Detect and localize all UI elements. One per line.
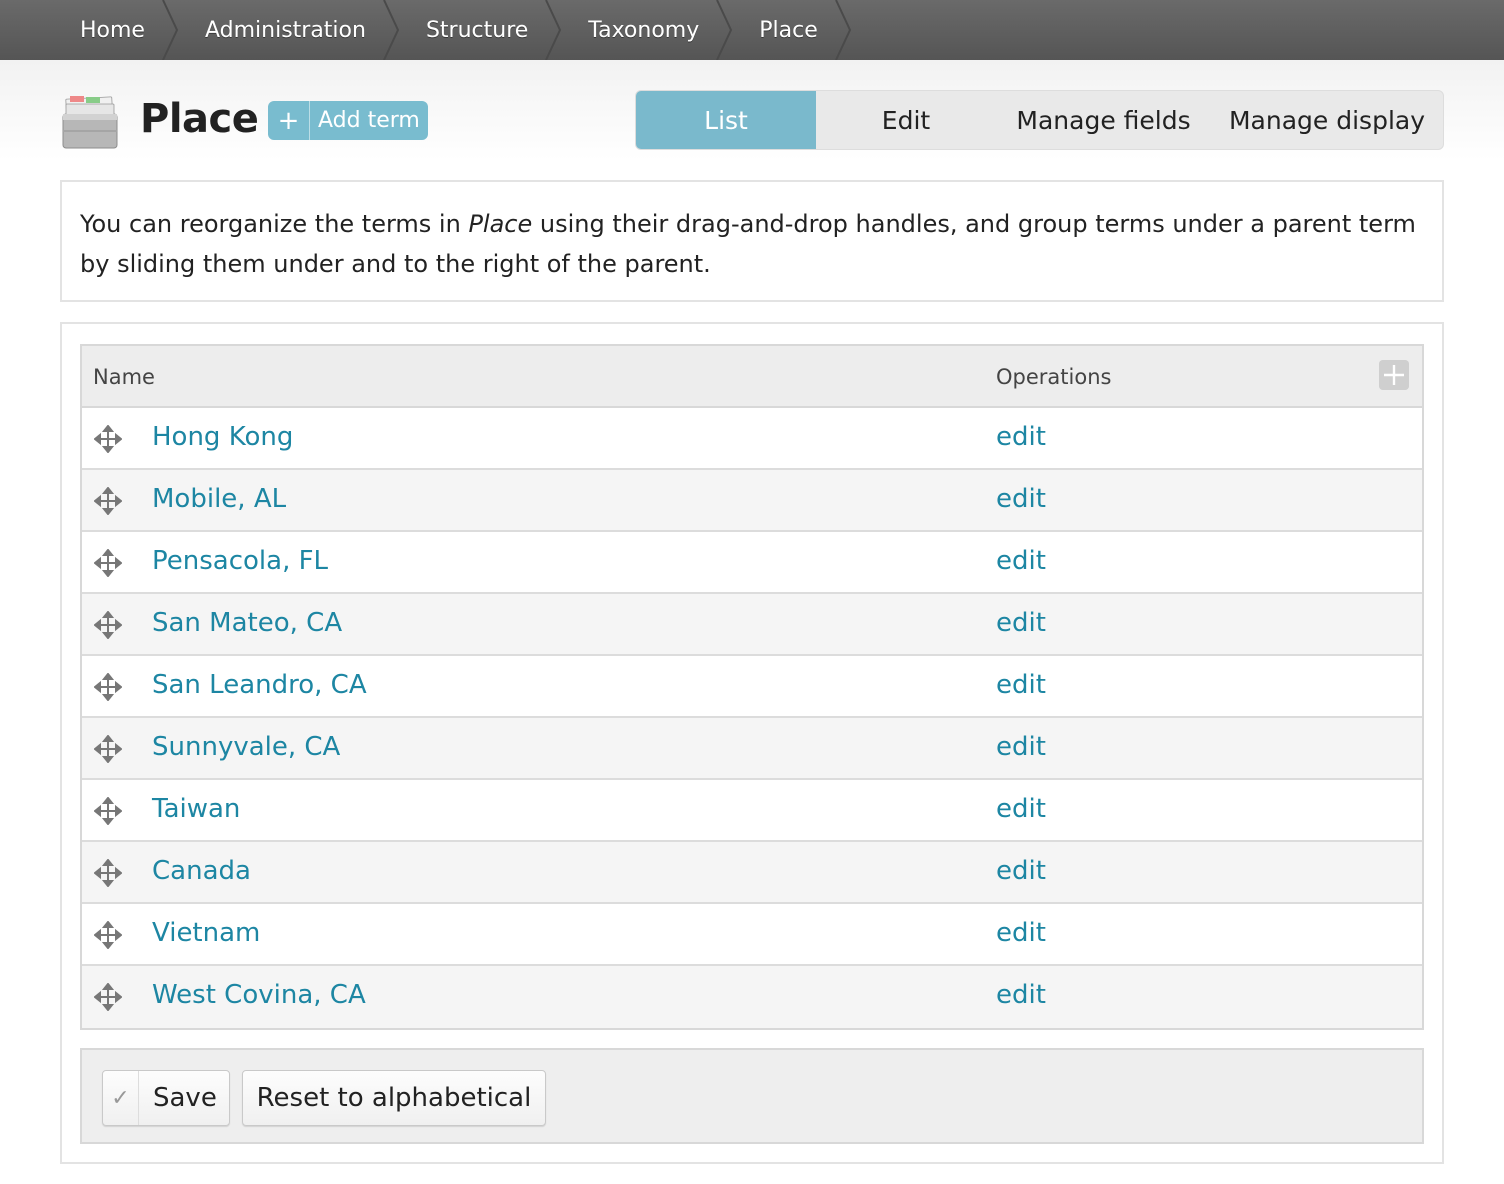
breadcrumb-place[interactable]: Place [729,0,851,60]
breadcrumb-label: Taxonomy [588,17,700,43]
tab-manage-display[interactable]: Manage display [1211,91,1443,149]
term-link[interactable]: Pensacola, FL [152,546,328,576]
term-link[interactable]: Hong Kong [152,422,293,452]
drag-handle-icon[interactable] [94,549,122,577]
table-row: West Covina, CA edit [82,966,1422,1028]
term-link[interactable]: Taiwan [152,794,240,824]
term-link[interactable]: Canada [152,856,251,886]
drag-handle-icon[interactable] [94,673,122,701]
table-header: Name Operations [82,346,1422,408]
breadcrumb: Home Administration Structure Taxonomy P… [0,0,1504,60]
checkmark-icon: ✓ [103,1071,139,1125]
table-row: Pensacola, FL edit [82,532,1422,594]
breadcrumb-label: Home [80,17,145,43]
save-label: Save [153,1083,217,1113]
term-link[interactable]: Sunnyvale, CA [152,732,340,762]
table-row: Hong Kong edit [82,408,1422,470]
drag-handle-icon[interactable] [94,735,122,763]
table-row: Sunnyvale, CA edit [82,718,1422,780]
term-link[interactable]: Mobile, AL [152,484,286,514]
table-row: Vietnam edit [82,904,1422,966]
column-header-operations: Operations [996,365,1112,389]
help-text: You can reorganize the terms in Place us… [60,180,1444,302]
tab-edit[interactable]: Edit [816,91,996,149]
edit-link[interactable]: edit [996,546,1046,576]
add-term-button[interactable]: + Add term [268,101,428,140]
edit-link[interactable]: edit [996,732,1046,762]
form-actions: ✓ Save Reset to alphabetical [80,1048,1424,1144]
drag-handle-icon[interactable] [94,983,122,1011]
edit-link[interactable]: edit [996,422,1046,452]
term-link[interactable]: Vietnam [152,918,260,948]
plus-icon: + [268,101,310,140]
terms-table: Name Operations Hong Kong edit Mobile, A… [80,344,1424,1030]
help-text-before: You can reorganize the terms in [80,210,469,238]
tab-manage-fields[interactable]: Manage fields [996,91,1211,149]
breadcrumb-home[interactable]: Home [0,0,179,60]
taxonomy-drawer-icon [62,96,118,149]
table-row: Canada edit [82,842,1422,904]
page-title: Place [140,96,259,142]
reset-alphabetical-button[interactable]: Reset to alphabetical [242,1070,546,1126]
term-link[interactable]: West Covina, CA [152,980,366,1010]
table-row: Mobile, AL edit [82,470,1422,532]
edit-link[interactable]: edit [996,484,1046,514]
breadcrumb-administration[interactable]: Administration [175,0,400,60]
column-header-name: Name [93,365,155,389]
breadcrumb-label: Structure [425,17,529,43]
term-link[interactable]: San Mateo, CA [152,608,342,638]
edit-link[interactable]: edit [996,794,1046,824]
breadcrumb-label: Administration [204,17,366,43]
show-row-weights-icon[interactable] [1379,360,1409,390]
table-row: Taiwan edit [82,780,1422,842]
drag-handle-icon[interactable] [94,797,122,825]
tabs: List Edit Manage fields Manage display [635,90,1444,150]
tab-list[interactable]: List [636,91,816,149]
breadcrumb-structure[interactable]: Structure [396,0,562,60]
edit-link[interactable]: edit [996,670,1046,700]
edit-link[interactable]: edit [996,856,1046,886]
term-link[interactable]: San Leandro, CA [152,670,367,700]
drag-handle-icon[interactable] [94,859,122,887]
breadcrumb-label: Place [759,17,818,43]
breadcrumb-taxonomy[interactable]: Taxonomy [558,0,733,60]
breadcrumb-separator-icon [834,0,851,60]
edit-link[interactable]: edit [996,608,1046,638]
table-row: San Mateo, CA edit [82,594,1422,656]
edit-link[interactable]: edit [996,918,1046,948]
drag-handle-icon[interactable] [94,921,122,949]
table-row: San Leandro, CA edit [82,656,1422,718]
help-text-vocabulary: Place [468,210,533,238]
table-body: Hong Kong edit Mobile, AL edit Pensacola… [82,408,1422,1028]
drag-handle-icon[interactable] [94,487,122,515]
edit-link[interactable]: edit [996,980,1046,1010]
add-term-label: Add term [318,108,420,133]
drag-handle-icon[interactable] [94,425,122,453]
drag-handle-icon[interactable] [94,611,122,639]
save-button[interactable]: ✓ Save [102,1070,230,1126]
